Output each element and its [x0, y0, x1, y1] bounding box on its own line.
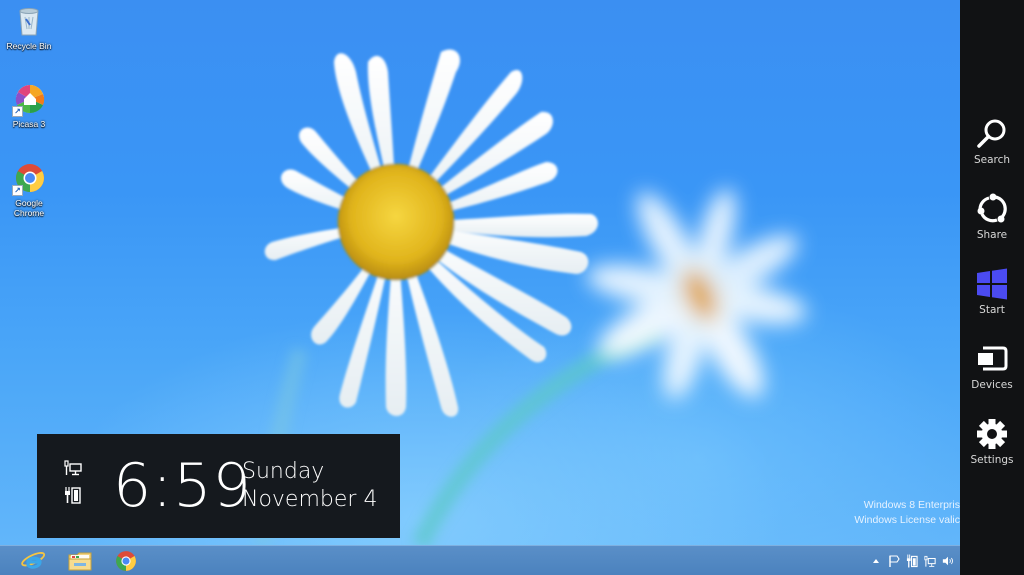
- lock-clock-overlay: 6:59 Sunday November 4: [37, 434, 400, 538]
- taskbar-file-explorer[interactable]: [60, 548, 100, 574]
- battery-charging-icon: [65, 487, 81, 504]
- charm-label: Start: [979, 304, 1005, 316]
- charm-share[interactable]: Share: [960, 191, 1024, 257]
- shortcut-arrow-icon: ↗: [12, 185, 23, 196]
- desktop-icon-picasa[interactable]: ↗ Picasa 3: [0, 83, 58, 129]
- show-hidden-icons-arrow[interactable]: [870, 554, 882, 568]
- share-icon: [977, 193, 1007, 223]
- power-icon[interactable]: [906, 554, 918, 568]
- watermark-license: Windows License valic: [854, 514, 960, 526]
- taskbar-internet-explorer[interactable]: [14, 548, 54, 574]
- clock-status-icons: [63, 460, 83, 514]
- desktop-icon-label: Recycle Bin: [6, 41, 52, 51]
- desktop-icon-recycle-bin[interactable]: Recycle Bin: [0, 5, 58, 51]
- charm-devices[interactable]: Devices: [960, 341, 1024, 407]
- desktop-icon-label: Picasa 3: [12, 119, 46, 129]
- charm-label: Devices: [971, 379, 1013, 391]
- charm-label: Search: [973, 154, 1011, 166]
- charm-start[interactable]: Start: [960, 266, 1024, 332]
- clock-month-day: November 4: [242, 487, 378, 512]
- desktop-icon-label: Google Chrome: [13, 198, 45, 218]
- search-icon: [977, 119, 1006, 148]
- windows-logo-icon: [977, 268, 1007, 300]
- network-icon: [64, 460, 82, 476]
- desktop-icon-google-chrome[interactable]: ↗ Google Chrome: [0, 162, 58, 218]
- clock-time: 6:59: [113, 451, 252, 521]
- taskbar-google-chrome[interactable]: [106, 548, 146, 574]
- shortcut-arrow-icon: ↗: [12, 106, 23, 117]
- internet-explorer-icon: [21, 552, 46, 569]
- network-icon[interactable]: [924, 554, 936, 568]
- action-center-flag-icon[interactable]: [888, 554, 900, 568]
- watermark-edition: Windows 8 Enterpris: [863, 499, 960, 511]
- volume-icon[interactable]: [942, 554, 954, 568]
- charms-bar: Search Share Start Devices Settings: [960, 0, 1024, 575]
- picasa-icon: ↗: [12, 83, 46, 117]
- clock-day: Sunday: [242, 459, 325, 484]
- charm-label: Share: [976, 229, 1008, 241]
- devices-icon: [978, 346, 1008, 371]
- charm-label: Settings: [970, 454, 1014, 466]
- recycle-bin-icon: [12, 5, 46, 39]
- file-explorer-icon: [68, 552, 92, 571]
- taskbar: [0, 545, 960, 575]
- charm-search[interactable]: Search: [960, 116, 1024, 182]
- system-tray: [870, 546, 954, 575]
- chrome-icon: [116, 551, 136, 571]
- chrome-icon: ↗: [12, 162, 46, 196]
- clock-date: Sunday November 4: [242, 458, 377, 514]
- windows-edition-watermark: Windows 8 Enterpris Windows License vali…: [760, 498, 960, 528]
- charm-settings[interactable]: Settings: [960, 416, 1024, 482]
- settings-gear-icon: [977, 419, 1007, 449]
